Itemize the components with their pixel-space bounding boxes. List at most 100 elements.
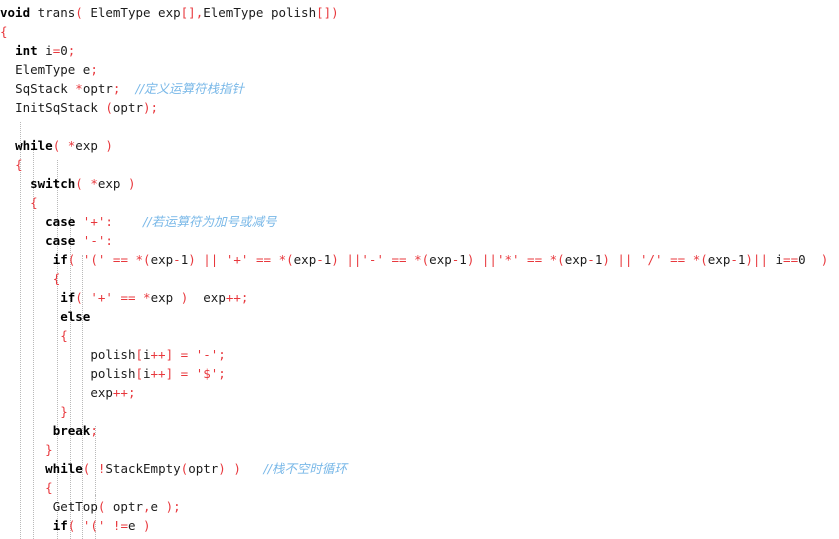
token-comment-cn: //若运算符为加号或减号 — [143, 214, 277, 229]
token-string: '-' — [361, 252, 384, 267]
token-punct: == — [112, 252, 128, 267]
code-line[interactable]: void trans( ElemType exp[],ElemType poli… — [0, 3, 839, 22]
token-plain: exp — [188, 290, 226, 305]
token-string: '+' — [82, 214, 106, 229]
code-line[interactable]: while( *exp ) — [0, 136, 839, 155]
token-string: '*' — [496, 252, 520, 267]
code-line[interactable]: if( '(' !=e ) — [0, 516, 839, 535]
token-string: '$' — [195, 366, 219, 381]
token-plain: exp — [90, 385, 113, 400]
token-punct: ) — [127, 176, 136, 191]
code-line[interactable]: if( '(' == *(exp-1) || '+' == *(exp-1) |… — [0, 250, 839, 269]
token-punct: *( — [414, 252, 430, 267]
token-plain: polish — [90, 366, 136, 381]
token-plain: e — [150, 499, 166, 514]
token-string: '-' — [195, 347, 219, 362]
code-line[interactable]: int i=0; — [0, 41, 839, 60]
code-line[interactable]: { — [0, 269, 839, 288]
code-line[interactable]: case '-': — [0, 231, 839, 250]
code-line[interactable]: ElemType e; — [0, 60, 839, 79]
token-punct: == — [783, 252, 799, 267]
code-listing[interactable]: void trans( ElemType exp[],ElemType poli… — [0, 0, 839, 539]
token-punct: == — [120, 290, 136, 305]
code-line[interactable]: case '+': //若运算符为加号或减号 — [0, 212, 839, 231]
token-punct: *( — [549, 252, 565, 267]
code-viewport[interactable]: void trans( ElemType exp[],ElemType poli… — [0, 0, 839, 539]
token-punct: ++; — [112, 385, 136, 400]
code-line[interactable] — [0, 117, 839, 136]
code-line[interactable]: if( '+' == *exp ) exp++; — [0, 288, 839, 307]
token-plain: i — [143, 347, 151, 362]
code-line[interactable]: exp++; — [0, 383, 839, 402]
code-line[interactable]: { — [0, 22, 839, 41]
token-punct: - — [730, 252, 738, 267]
token-punct: ) — [233, 461, 241, 476]
token-plain: optr — [112, 100, 144, 115]
token-plain: trans — [30, 5, 76, 20]
token-punct: ) — [602, 252, 610, 267]
token-punct: ; — [218, 347, 226, 362]
code-line[interactable]: break; — [0, 421, 839, 440]
token-punct: [], — [180, 5, 204, 20]
token-punct: *( — [278, 252, 294, 267]
code-line[interactable]: } — [0, 402, 839, 421]
token-comment-cn: //栈不空时循环 — [263, 461, 347, 476]
token-punct: ( — [75, 176, 83, 191]
token-string: '(' — [82, 518, 106, 533]
code-line[interactable]: switch( *exp ) — [0, 174, 839, 193]
token-string: '/' — [640, 252, 663, 267]
token-punct: [ — [135, 347, 143, 362]
token-plain: ElemType e — [15, 62, 91, 77]
token-punct: ) — [188, 252, 196, 267]
token-plain: ElemType exp — [82, 5, 181, 20]
token-punct: : — [105, 233, 113, 248]
token-punct: ( — [75, 290, 83, 305]
code-line[interactable]: { — [0, 193, 839, 212]
code-line[interactable]: polish[i++] = '$'; — [0, 364, 839, 383]
token-punct: == — [391, 252, 407, 267]
code-line[interactable]: } — [0, 440, 839, 459]
token-punct: == — [255, 252, 272, 267]
token-punct: )|| — [745, 252, 768, 267]
token-keyword: if — [52, 252, 68, 267]
code-line[interactable]: InitSqStack (optr); — [0, 98, 839, 117]
token-punct: *( — [135, 252, 151, 267]
code-line[interactable]: { — [0, 326, 839, 345]
token-punct: * — [75, 81, 83, 96]
code-line[interactable]: GetTop( optr,e ); — [0, 497, 839, 516]
token-punct: || — [617, 252, 633, 267]
token-punct: - — [316, 252, 324, 267]
code-line[interactable]: SqStack *optr; //定义运算符栈指针 — [0, 79, 839, 98]
token-punct: ) — [143, 518, 151, 533]
code-line[interactable]: polish[i++] = '-'; — [0, 345, 839, 364]
token-punct: { — [60, 328, 68, 343]
code-line[interactable]: while( !StackEmpty(optr) ) //栈不空时循环 — [0, 459, 839, 478]
code-line[interactable]: { — [0, 535, 839, 539]
code-line[interactable]: { — [0, 155, 839, 174]
token-string: '+' — [225, 252, 249, 267]
code-line[interactable]: { — [0, 478, 839, 497]
token-keyword: break — [52, 423, 91, 438]
token-keyword: else — [60, 309, 91, 324]
token-plain: i — [767, 252, 784, 267]
code-line[interactable]: else — [0, 307, 839, 326]
